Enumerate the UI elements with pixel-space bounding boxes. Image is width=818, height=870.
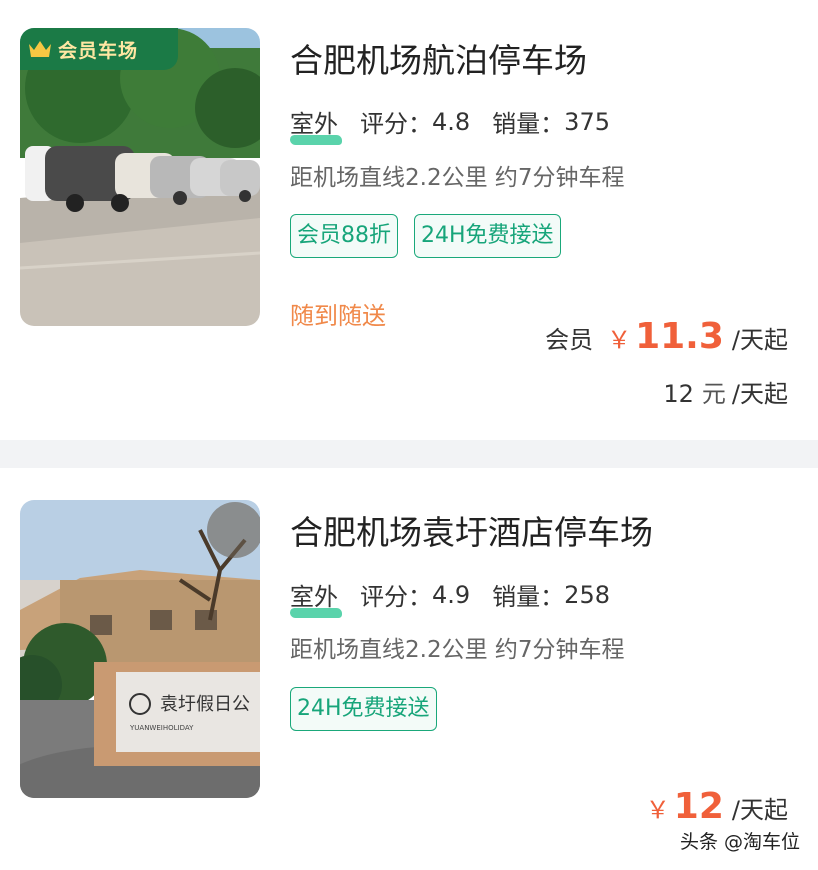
parking-lot-name[interactable]: 合肥机场航泊停车场 (290, 34, 587, 82)
member-price: 会员 ￥ 11.3 /天起 (545, 316, 788, 357)
parking-lot-image (20, 28, 260, 326)
parking-lot-photo[interactable]: 会员车场 (20, 28, 260, 326)
regular-price-unit: 元 (701, 380, 726, 408)
hotel-sign-text: 袁圩假日公 (160, 694, 250, 715)
per-day-label: /天起 (731, 796, 788, 824)
member-price-label: 会员 (545, 326, 594, 354)
sales-label: 销量： (492, 110, 565, 138)
hotel-sign-subtext: YUANWEIHOLIDAY (129, 724, 194, 732)
hotel-building-image: 袁圩假日公 YUANWEIHOLIDAY (20, 500, 260, 798)
price-value: 12 (673, 786, 724, 827)
feature-tags: 会员88折 24H免费接送 (290, 214, 561, 258)
feature-tags: 24H免费接送 (290, 687, 437, 731)
member-parking-badge: 会员车场 (20, 28, 178, 70)
crown-icon (29, 41, 51, 57)
regular-price-value: 12 (663, 380, 694, 408)
price: ￥ 12 /天起 (646, 786, 788, 827)
parking-lot-photo[interactable]: 袁圩假日公 YUANWEIHOLIDAY (20, 500, 260, 798)
currency-symbol: ￥ (607, 326, 632, 354)
member-discount-tag: 会员88折 (290, 214, 398, 258)
service-note: 随到随送 (290, 302, 386, 330)
rating-label: 评分： (360, 583, 432, 611)
sales-value: 258 (564, 580, 610, 609)
badge-label: 会员车场 (58, 39, 139, 62)
free-shuttle-tag: 24H免费接送 (414, 214, 561, 258)
sales-value: 375 (564, 107, 610, 136)
currency-symbol: ￥ (645, 796, 670, 824)
regular-price: 12 元 /天起 (663, 374, 788, 409)
outdoor-label: 室外 (290, 104, 342, 145)
rating-value: 4.9 (432, 580, 471, 609)
parking-lot-name[interactable]: 合肥机场袁圩酒店停车场 (290, 506, 653, 554)
rating-label: 评分： (360, 110, 432, 138)
listing-meta: 室外 评分： 4.9 销量： 258 (290, 577, 610, 618)
per-day-label: /天起 (731, 380, 788, 408)
outdoor-label: 室外 (290, 577, 342, 618)
member-price-value: 11.3 (635, 316, 724, 357)
listing-meta: 室外 评分： 4.8 销量： 375 (290, 104, 610, 145)
distance-info: 距机场直线2.2公里 约7分钟车程 (290, 637, 625, 663)
free-shuttle-tag: 24H免费接送 (290, 687, 437, 731)
per-day-label: /天起 (731, 326, 788, 354)
sales-label: 销量： (492, 583, 565, 611)
parking-listing-card[interactable]: 袁圩假日公 YUANWEIHOLIDAY 合肥机场袁圩酒店停车场 室外 评分： … (0, 468, 818, 870)
rating-value: 4.8 (432, 107, 471, 136)
distance-info: 距机场直线2.2公里 约7分钟车程 (290, 165, 625, 191)
parking-listing-card[interactable]: 会员车场 合肥机场航泊停车场 室外 评分： 4.8 销量： 375 距机场直线2… (0, 0, 818, 440)
watermark: 头条 @淘车位 (679, 831, 800, 853)
